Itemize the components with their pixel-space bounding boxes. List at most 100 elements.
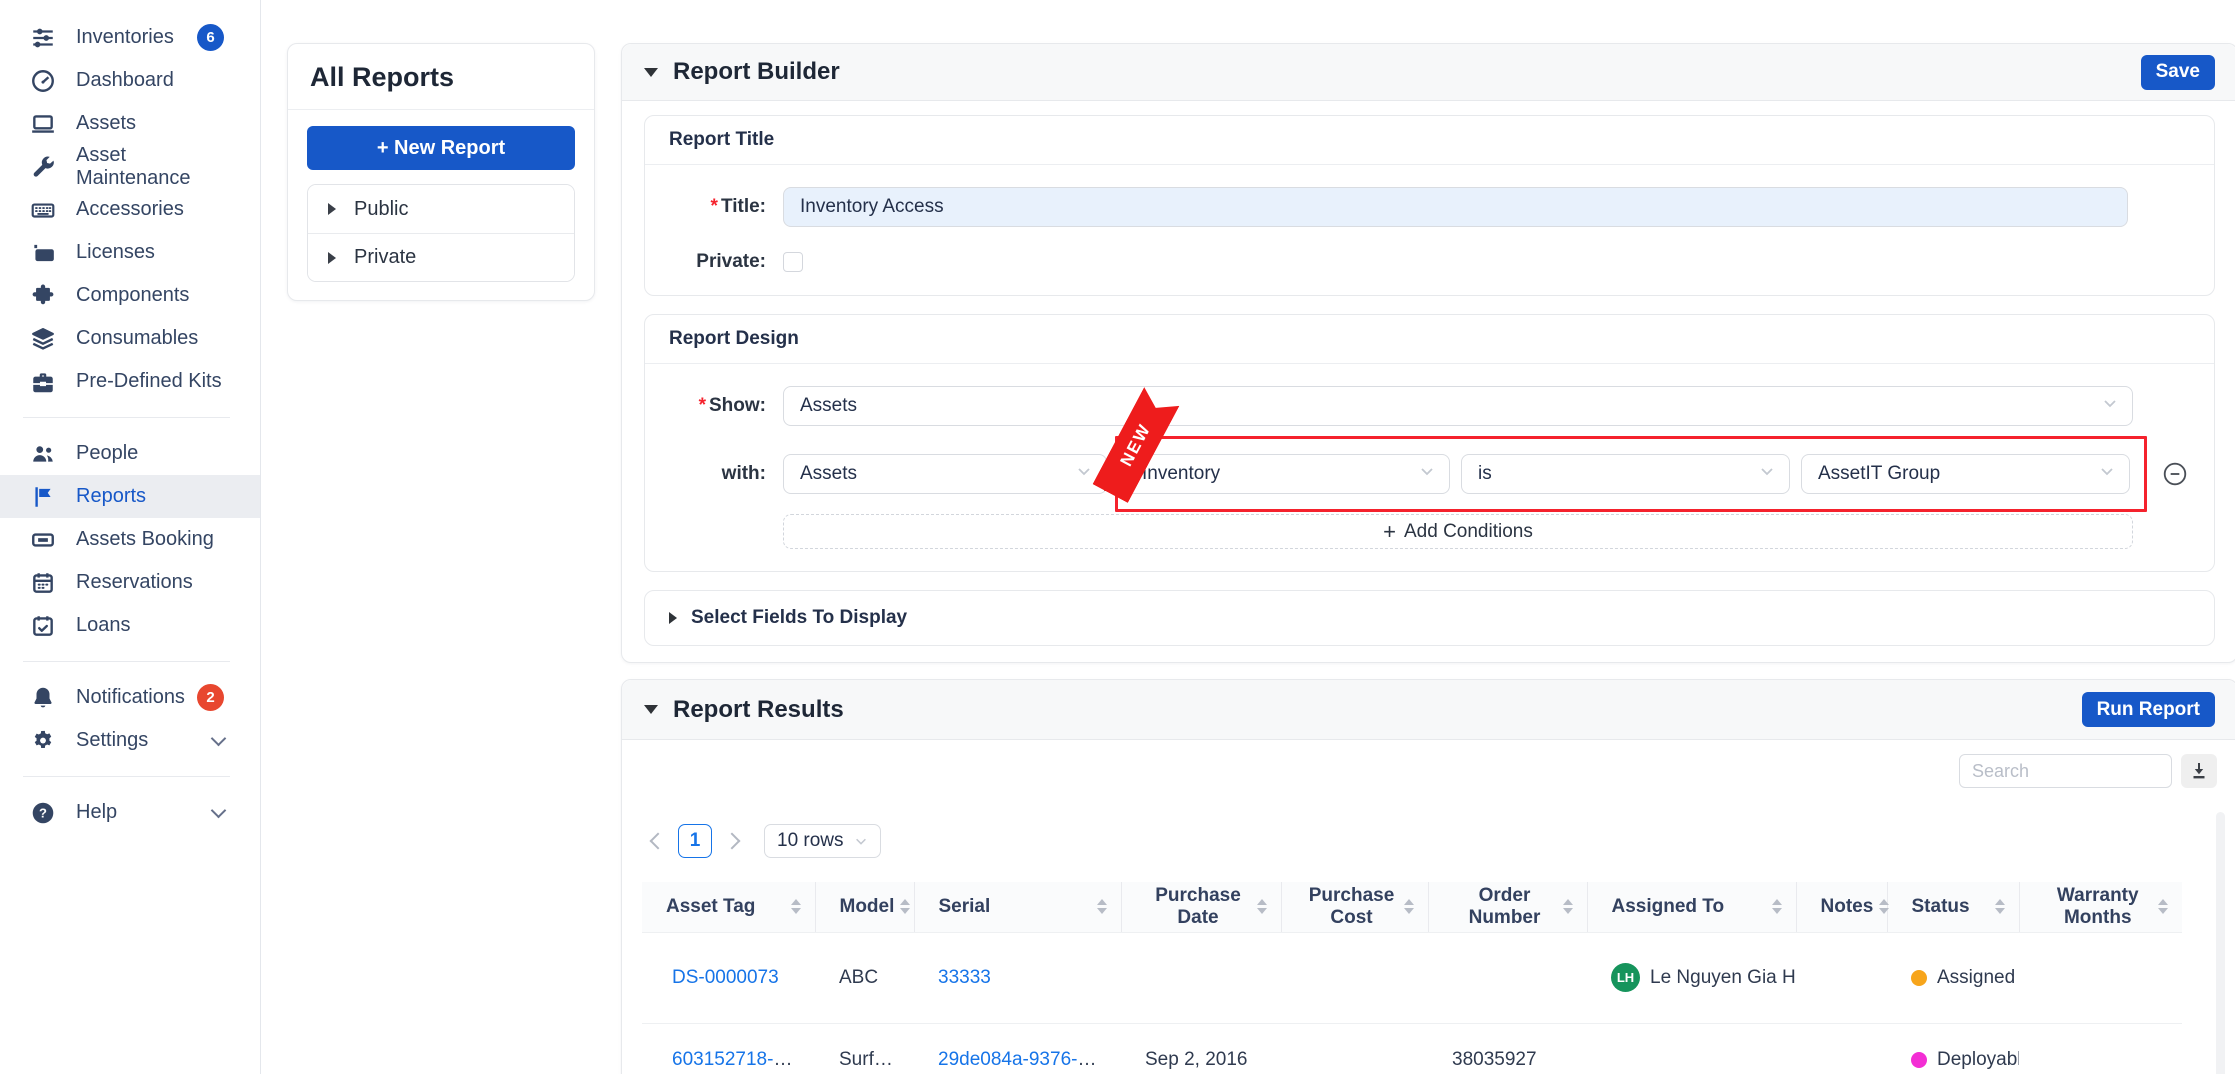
- sort-icon[interactable]: [1879, 899, 1889, 914]
- collapse-caret-icon[interactable]: [644, 68, 658, 77]
- sidebar-item-notifications[interactable]: Notifications 2: [0, 676, 260, 719]
- remove-condition-button[interactable]: [2160, 459, 2190, 489]
- report-builder-title: Report Builder: [673, 58, 840, 86]
- order-number-cell: 38035927: [1428, 1023, 1587, 1074]
- col-purchase-date[interactable]: Purchase Date: [1121, 882, 1281, 932]
- sort-icon[interactable]: [1563, 899, 1573, 914]
- sidebar-item-label: Accessories: [76, 198, 184, 221]
- sidebar-item-people[interactable]: People: [0, 432, 260, 475]
- col-model[interactable]: Model: [815, 882, 914, 932]
- search-input[interactable]: [1959, 754, 2172, 788]
- people-icon: [30, 441, 56, 467]
- laptop-icon: [30, 111, 56, 137]
- sidebar-item-assets[interactable]: Assets: [0, 102, 260, 145]
- sidebar-item-reservations[interactable]: Reservations: [0, 561, 260, 604]
- show-label: *Show:: [669, 395, 766, 417]
- condition-field-select[interactable]: Inventory: [1125, 454, 1450, 494]
- sort-icon[interactable]: [1257, 899, 1267, 914]
- col-assigned-to[interactable]: Assigned To: [1587, 882, 1796, 932]
- sidebar-item-asset-maintenance[interactable]: Asset Maintenance: [0, 145, 260, 188]
- sidebar-item-pre-defined-kits[interactable]: Pre-Defined Kits: [0, 360, 260, 403]
- caret-right-icon: [328, 252, 336, 264]
- with-select[interactable]: Assets: [783, 454, 1107, 494]
- report-results-card: Report Results Run Report 1: [621, 679, 2235, 1074]
- sort-icon[interactable]: [791, 899, 801, 914]
- sort-icon[interactable]: [1404, 899, 1414, 914]
- table-vertical-scrollbar[interactable]: [2216, 812, 2225, 1074]
- condition-operator-select[interactable]: is: [1461, 454, 1790, 494]
- select-fields-section[interactable]: Select Fields To Display: [644, 590, 2215, 646]
- col-status[interactable]: Status: [1887, 882, 2019, 932]
- report-design-heading: Report Design: [645, 315, 2214, 364]
- asset-tag-link[interactable]: 603152718-9123: [672, 1049, 815, 1070]
- chevron-down-icon: [1419, 463, 1435, 485]
- sidebar-item-accessories[interactable]: Accessories: [0, 188, 260, 231]
- sidebar-item-settings[interactable]: Settings: [0, 719, 260, 762]
- col-asset-tag[interactable]: Asset Tag: [642, 882, 815, 932]
- order-number-cell: [1428, 932, 1587, 1023]
- sidebar-item-dashboard[interactable]: Dashboard: [0, 59, 260, 102]
- show-select[interactable]: Assets: [783, 386, 2133, 426]
- prev-page-icon[interactable]: [650, 833, 667, 850]
- sort-icon[interactable]: [2158, 899, 2168, 914]
- serial-link[interactable]: 29de084a-9376-48dc-...: [938, 1049, 1121, 1070]
- rows-per-page-select[interactable]: 10 rows: [764, 824, 881, 858]
- sidebar-item-loans[interactable]: Loans: [0, 604, 260, 647]
- page-number[interactable]: 1: [678, 824, 712, 858]
- caret-right-icon: [328, 203, 336, 215]
- sidebar-item-label: Help: [76, 801, 117, 824]
- with-label: with:: [669, 463, 766, 485]
- sidebar-item-reports[interactable]: Reports: [0, 475, 260, 518]
- report-group-private[interactable]: Private: [308, 233, 574, 281]
- new-report-button[interactable]: + New Report: [307, 126, 575, 170]
- run-report-button[interactable]: Run Report: [2082, 692, 2215, 727]
- sidebar-item-licenses[interactable]: Licenses: [0, 231, 260, 274]
- col-notes[interactable]: Notes: [1796, 882, 1887, 932]
- chevron-down-icon: [211, 730, 227, 746]
- col-purchase-cost[interactable]: Purchase Cost: [1281, 882, 1428, 932]
- toolbox-icon: [30, 369, 56, 395]
- col-serial[interactable]: Serial: [914, 882, 1121, 932]
- sidebar-item-label: Licenses: [76, 241, 155, 264]
- next-page-icon[interactable]: [724, 833, 741, 850]
- condition-value-select[interactable]: AssetIT Group: [1801, 454, 2130, 494]
- sidebar-item-label: Inventories: [76, 26, 174, 49]
- collapse-caret-icon[interactable]: [644, 705, 658, 714]
- sort-icon[interactable]: [1995, 899, 2005, 914]
- all-reports-panel: All Reports + New Report Public Private: [287, 43, 595, 301]
- col-order-number[interactable]: Order Number: [1428, 882, 1587, 932]
- report-title-input[interactable]: [783, 187, 2128, 227]
- license-icon: [30, 240, 56, 266]
- report-builder-card: Report Builder Save Report Title *Title:: [621, 43, 2235, 663]
- sidebar-item-components[interactable]: Components: [0, 274, 260, 317]
- save-button[interactable]: Save: [2141, 55, 2215, 90]
- download-icon: [2187, 759, 2211, 783]
- sidebar-item-label: Consumables: [76, 327, 198, 350]
- chevron-down-icon: [854, 834, 868, 848]
- sidebar-item-help[interactable]: ? Help: [0, 791, 260, 834]
- sidebar-item-assets-booking[interactable]: Assets Booking: [0, 518, 260, 561]
- assigned-to-cell: [1587, 1023, 1796, 1074]
- sort-icon[interactable]: [900, 899, 910, 914]
- asset-tag-link[interactable]: DS-0000073: [672, 967, 779, 988]
- flag-icon: [30, 484, 56, 510]
- sort-icon[interactable]: [1097, 899, 1107, 914]
- report-results-header: Report Results Run Report: [622, 680, 2235, 740]
- chevron-down-icon: [211, 802, 227, 818]
- serial-link[interactable]: 33333: [938, 967, 991, 988]
- report-group-public[interactable]: Public: [308, 185, 574, 233]
- new-condition-group: NEW Inventory is: [1115, 436, 2147, 512]
- download-button[interactable]: [2181, 754, 2217, 788]
- model-cell: ABC: [815, 932, 914, 1023]
- sort-icon[interactable]: [1772, 899, 1782, 914]
- report-builder-header: Report Builder Save: [622, 44, 2235, 101]
- assigned-to-cell: LH Le Nguyen Gia Huy: [1587, 932, 1796, 1023]
- avatar: LH: [1611, 963, 1640, 992]
- sidebar-item-inventories[interactable]: Inventories 6: [0, 16, 260, 59]
- notifications-count-badge: 2: [197, 684, 224, 711]
- report-results-body: 1 10 rows: [622, 740, 2235, 1074]
- sidebar-item-consumables[interactable]: Consumables: [0, 317, 260, 360]
- private-checkbox[interactable]: [783, 252, 803, 272]
- add-conditions-button[interactable]: + Add Conditions: [783, 514, 2133, 549]
- col-warranty-months[interactable]: Warranty Months: [2019, 882, 2182, 932]
